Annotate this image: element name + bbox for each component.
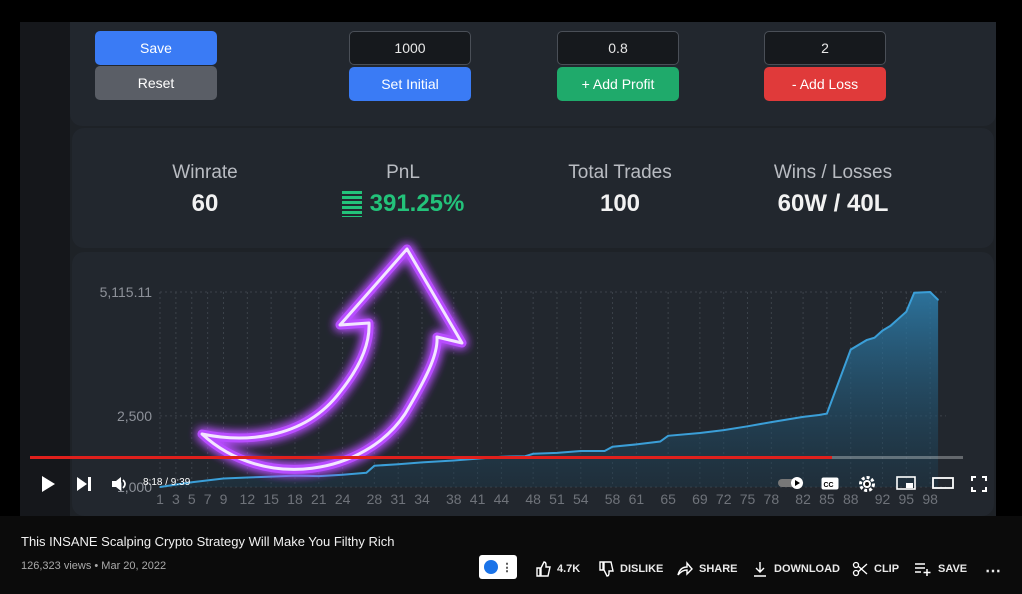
miniplayer-icon[interactable] xyxy=(895,475,917,491)
extension-widget[interactable]: ⋮ xyxy=(479,555,517,579)
equity-point xyxy=(849,348,852,351)
equity-point xyxy=(722,429,725,431)
extension-icon xyxy=(483,560,498,574)
fullscreen-icon[interactable] xyxy=(969,474,989,494)
save-playlist-label: SAVE xyxy=(938,563,968,575)
equity-point xyxy=(746,425,749,428)
equity-point xyxy=(579,450,582,452)
equity-point xyxy=(929,291,931,293)
autoplay-toggle-icon[interactable] xyxy=(778,475,806,491)
equity-point xyxy=(699,432,701,434)
equity-point xyxy=(818,414,820,416)
equity-point xyxy=(937,299,939,301)
dislike-label: DISLIKE xyxy=(620,563,664,575)
y-tick-label: 2,500 xyxy=(117,408,152,424)
equity-point xyxy=(397,463,399,466)
dislike-button[interactable]: DISLIKE xyxy=(598,561,663,577)
share-icon xyxy=(677,561,693,576)
cc-icon[interactable]: CC xyxy=(820,475,840,491)
volume-icon[interactable] xyxy=(110,474,130,494)
progress-bar-fill xyxy=(30,456,833,459)
more-icon[interactable]: ⋯ xyxy=(985,561,1001,581)
save-playlist-button[interactable]: SAVE xyxy=(914,561,967,577)
equity-point xyxy=(770,421,773,423)
save-playlist-icon xyxy=(915,563,931,576)
equity-point xyxy=(556,452,558,454)
y-tick-label: 5,115.11 xyxy=(100,284,153,300)
like-button[interactable]: 4.7K xyxy=(535,561,580,577)
svg-text:CC: CC xyxy=(824,482,834,489)
video-player[interactable]: Save Reset 1000 Set Initial 0.8 + Add Pr… xyxy=(20,22,996,516)
equity-point xyxy=(532,453,534,455)
equity-point xyxy=(667,435,669,437)
share-label: SHARE xyxy=(699,563,738,575)
equity-point xyxy=(881,329,884,332)
equity-point xyxy=(826,412,828,415)
equity-point xyxy=(802,416,804,418)
next-icon[interactable] xyxy=(74,474,94,494)
equity-point xyxy=(635,443,638,446)
equity-point xyxy=(421,461,423,464)
clip-icon xyxy=(852,561,868,577)
download-button[interactable]: DOWNLOAD xyxy=(752,561,840,577)
equity-point xyxy=(913,291,916,294)
dislike-icon xyxy=(599,561,614,577)
theater-icon[interactable] xyxy=(931,475,955,491)
clip-label: CLIP xyxy=(874,563,900,575)
time-display: 8:18 / 9:39 xyxy=(143,477,191,488)
equity-point xyxy=(889,325,892,327)
equity-point xyxy=(611,445,614,448)
like-count: 4.7K xyxy=(557,563,581,575)
equity-point xyxy=(873,336,876,339)
player-controls: 8:18 / 9:39 CC xyxy=(20,456,996,516)
equity-point xyxy=(603,450,606,452)
equity-point xyxy=(905,310,908,313)
progress-bar-track[interactable] xyxy=(30,456,963,459)
gear-icon[interactable] xyxy=(857,474,877,494)
equity-chart: 5,115.112,5001,0001 3 5 7 9 12 15 18 21 24 28 31 34 3… xyxy=(100,244,946,507)
download-icon xyxy=(754,562,766,577)
equity-point xyxy=(452,459,455,462)
more-vert-icon: ⋮ xyxy=(501,561,513,574)
share-button[interactable]: SHARE xyxy=(677,561,738,577)
equity-point xyxy=(659,440,661,443)
like-icon xyxy=(536,561,551,577)
video-title: This INSANE Scalping Crypto Strategy Wil… xyxy=(21,534,395,549)
video-meta: 126,323 views • Mar 20, 2022 xyxy=(21,560,167,572)
clip-button[interactable]: CLIP xyxy=(852,561,899,577)
equity-point xyxy=(865,339,868,341)
download-label: DOWNLOAD xyxy=(774,563,840,575)
play-icon[interactable] xyxy=(38,474,58,494)
arrow-overlay xyxy=(197,244,467,474)
